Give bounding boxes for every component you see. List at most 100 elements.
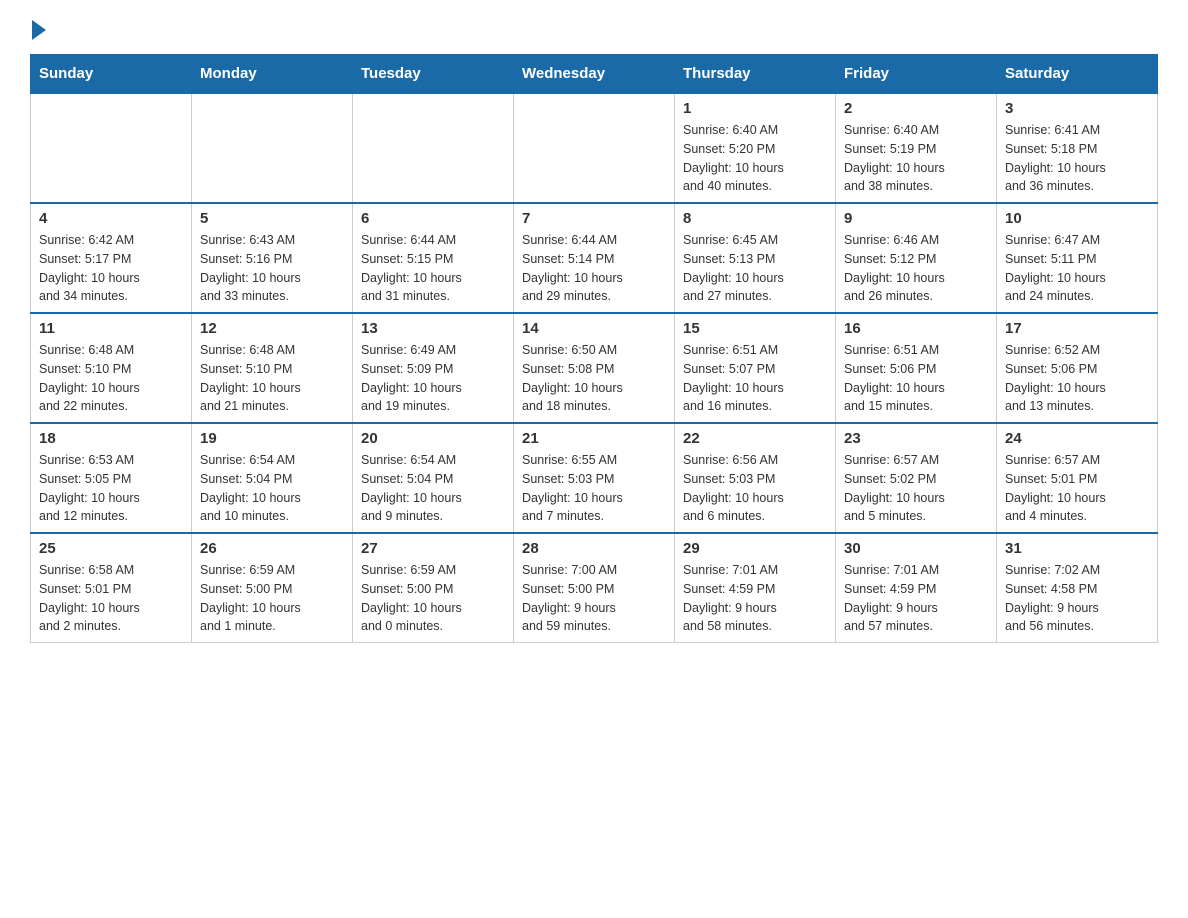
calendar-cell: 25 Sunrise: 6:58 AM Sunset: 5:01 PM Dayli… <box>31 533 192 643</box>
day-number: 10 <box>1005 210 1149 227</box>
day-info: Sunrise: 6:56 AM Sunset: 5:03 PM Dayligh… <box>683 451 827 526</box>
day-number: 5 <box>200 210 344 227</box>
calendar-cell: 8 Sunrise: 6:45 AM Sunset: 5:13 PM Daylig… <box>675 203 836 313</box>
day-number: 25 <box>39 540 183 557</box>
calendar-cell: 10 Sunrise: 6:47 AM Sunset: 5:11 PM Dayli… <box>997 203 1158 313</box>
day-info: Sunrise: 6:43 AM Sunset: 5:16 PM Dayligh… <box>200 231 344 306</box>
weekday-header-saturday: Saturday <box>997 55 1158 94</box>
calendar-cell: 27Sunrise: 6:59 AM Sunset: 5:00 PM Dayli… <box>353 533 514 643</box>
weekday-header-friday: Friday <box>836 55 997 94</box>
day-info: Sunrise: 6:57 AM Sunset: 5:01 PM Dayligh… <box>1005 451 1149 526</box>
weekday-header-tuesday: Tuesday <box>353 55 514 94</box>
day-info: Sunrise: 6:54 AM Sunset: 5:04 PM Dayligh… <box>200 451 344 526</box>
calendar-cell <box>514 93 675 203</box>
day-number: 8 <box>683 210 827 227</box>
day-number: 13 <box>361 320 505 337</box>
day-number: 23 <box>844 430 988 447</box>
day-info: Sunrise: 6:40 AM Sunset: 5:19 PM Dayligh… <box>844 121 988 196</box>
day-number: 30 <box>844 540 988 557</box>
day-info: Sunrise: 6:54 AM Sunset: 5:04 PM Dayligh… <box>361 451 505 526</box>
calendar-cell: 19 Sunrise: 6:54 AM Sunset: 5:04 PM Dayli… <box>192 423 353 533</box>
calendar-cell: 21 Sunrise: 6:55 AM Sunset: 5:03 PM Dayli… <box>514 423 675 533</box>
day-number: 17 <box>1005 320 1149 337</box>
day-number: 19 <box>200 430 344 447</box>
calendar-week-row: 25 Sunrise: 6:58 AM Sunset: 5:01 PM Dayli… <box>31 533 1158 643</box>
day-info: Sunrise: 6:41 AM Sunset: 5:18 PM Dayligh… <box>1005 121 1149 196</box>
day-info: Sunrise: 6:59 AM Sunset: 5:00 PM Dayligh… <box>361 561 505 636</box>
weekday-header-row: SundayMondayTuesdayWednesdayThursdayFrid… <box>31 55 1158 94</box>
calendar-cell: 5 Sunrise: 6:43 AM Sunset: 5:16 PM Daylig… <box>192 203 353 313</box>
calendar-cell <box>31 93 192 203</box>
logo-arrow-icon <box>32 20 46 40</box>
day-number: 15 <box>683 320 827 337</box>
weekday-header-thursday: Thursday <box>675 55 836 94</box>
calendar-cell: 11 Sunrise: 6:48 AM Sunset: 5:10 PM Dayli… <box>31 313 192 423</box>
weekday-header-wednesday: Wednesday <box>514 55 675 94</box>
day-number: 11 <box>39 320 183 337</box>
calendar-cell: 24 Sunrise: 6:57 AM Sunset: 5:01 PM Dayli… <box>997 423 1158 533</box>
page-header <box>30 20 1158 44</box>
day-info: Sunrise: 6:58 AM Sunset: 5:01 PM Dayligh… <box>39 561 183 636</box>
day-number: 29 <box>683 540 827 557</box>
calendar-week-row: 11 Sunrise: 6:48 AM Sunset: 5:10 PM Dayli… <box>31 313 1158 423</box>
day-info: Sunrise: 6:55 AM Sunset: 5:03 PM Dayligh… <box>522 451 666 526</box>
calendar-cell: 2 Sunrise: 6:40 AM Sunset: 5:19 PM Daylig… <box>836 93 997 203</box>
day-number: 28 <box>522 540 666 557</box>
day-info: Sunrise: 6:51 AM Sunset: 5:06 PM Dayligh… <box>844 341 988 416</box>
day-info: Sunrise: 6:49 AM Sunset: 5:09 PM Dayligh… <box>361 341 505 416</box>
day-info: Sunrise: 6:59 AM Sunset: 5:00 PM Dayligh… <box>200 561 344 636</box>
calendar-cell: 4 Sunrise: 6:42 AM Sunset: 5:17 PM Daylig… <box>31 203 192 313</box>
day-number: 6 <box>361 210 505 227</box>
day-number: 22 <box>683 430 827 447</box>
day-number: 3 <box>1005 100 1149 117</box>
calendar-week-row: 18 Sunrise: 6:53 AM Sunset: 5:05 PM Dayli… <box>31 423 1158 533</box>
calendar-cell: 18 Sunrise: 6:53 AM Sunset: 5:05 PM Dayli… <box>31 423 192 533</box>
calendar-cell: 23 Sunrise: 6:57 AM Sunset: 5:02 PM Dayli… <box>836 423 997 533</box>
calendar-cell: 15Sunrise: 6:51 AM Sunset: 5:07 PM Dayli… <box>675 313 836 423</box>
calendar-cell: 13 Sunrise: 6:49 AM Sunset: 5:09 PM Dayli… <box>353 313 514 423</box>
day-number: 1 <box>683 100 827 117</box>
day-info: Sunrise: 6:40 AM Sunset: 5:20 PM Dayligh… <box>683 121 827 196</box>
day-number: 24 <box>1005 430 1149 447</box>
calendar-cell: 1 Sunrise: 6:40 AM Sunset: 5:20 PM Daylig… <box>675 93 836 203</box>
calendar-cell <box>353 93 514 203</box>
weekday-header-monday: Monday <box>192 55 353 94</box>
day-number: 12 <box>200 320 344 337</box>
calendar-cell: 30Sunrise: 7:01 AM Sunset: 4:59 PM Dayli… <box>836 533 997 643</box>
logo <box>30 20 46 44</box>
day-info: Sunrise: 7:00 AM Sunset: 5:00 PM Dayligh… <box>522 561 666 636</box>
day-number: 21 <box>522 430 666 447</box>
day-info: Sunrise: 6:46 AM Sunset: 5:12 PM Dayligh… <box>844 231 988 306</box>
day-info: Sunrise: 6:57 AM Sunset: 5:02 PM Dayligh… <box>844 451 988 526</box>
calendar-week-row: 1 Sunrise: 6:40 AM Sunset: 5:20 PM Daylig… <box>31 93 1158 203</box>
day-info: Sunrise: 6:45 AM Sunset: 5:13 PM Dayligh… <box>683 231 827 306</box>
calendar-cell: 14 Sunrise: 6:50 AM Sunset: 5:08 PM Dayli… <box>514 313 675 423</box>
calendar-cell: 17Sunrise: 6:52 AM Sunset: 5:06 PM Dayli… <box>997 313 1158 423</box>
calendar-cell: 12Sunrise: 6:48 AM Sunset: 5:10 PM Dayli… <box>192 313 353 423</box>
calendar-table: SundayMondayTuesdayWednesdayThursdayFrid… <box>30 54 1158 643</box>
day-info: Sunrise: 6:50 AM Sunset: 5:08 PM Dayligh… <box>522 341 666 416</box>
day-number: 2 <box>844 100 988 117</box>
calendar-cell <box>192 93 353 203</box>
calendar-cell: 26 Sunrise: 6:59 AM Sunset: 5:00 PM Dayli… <box>192 533 353 643</box>
calendar-cell: 29 Sunrise: 7:01 AM Sunset: 4:59 PM Dayli… <box>675 533 836 643</box>
calendar-cell: 31Sunrise: 7:02 AM Sunset: 4:58 PM Dayli… <box>997 533 1158 643</box>
calendar-cell: 22 Sunrise: 6:56 AM Sunset: 5:03 PM Dayli… <box>675 423 836 533</box>
calendar-cell: 16Sunrise: 6:51 AM Sunset: 5:06 PM Dayli… <box>836 313 997 423</box>
day-info: Sunrise: 6:48 AM Sunset: 5:10 PM Dayligh… <box>39 341 183 416</box>
calendar-cell: 7Sunrise: 6:44 AM Sunset: 5:14 PM Daylig… <box>514 203 675 313</box>
day-info: Sunrise: 6:42 AM Sunset: 5:17 PM Dayligh… <box>39 231 183 306</box>
day-info: Sunrise: 6:44 AM Sunset: 5:14 PM Dayligh… <box>522 231 666 306</box>
day-info: Sunrise: 6:44 AM Sunset: 5:15 PM Dayligh… <box>361 231 505 306</box>
day-number: 26 <box>200 540 344 557</box>
day-info: Sunrise: 7:01 AM Sunset: 4:59 PM Dayligh… <box>683 561 827 636</box>
calendar-week-row: 4 Sunrise: 6:42 AM Sunset: 5:17 PM Daylig… <box>31 203 1158 313</box>
day-info: Sunrise: 6:47 AM Sunset: 5:11 PM Dayligh… <box>1005 231 1149 306</box>
day-number: 18 <box>39 430 183 447</box>
day-number: 20 <box>361 430 505 447</box>
weekday-header-sunday: Sunday <box>31 55 192 94</box>
day-number: 14 <box>522 320 666 337</box>
calendar-cell: 6 Sunrise: 6:44 AM Sunset: 5:15 PM Daylig… <box>353 203 514 313</box>
day-info: Sunrise: 6:53 AM Sunset: 5:05 PM Dayligh… <box>39 451 183 526</box>
day-number: 4 <box>39 210 183 227</box>
